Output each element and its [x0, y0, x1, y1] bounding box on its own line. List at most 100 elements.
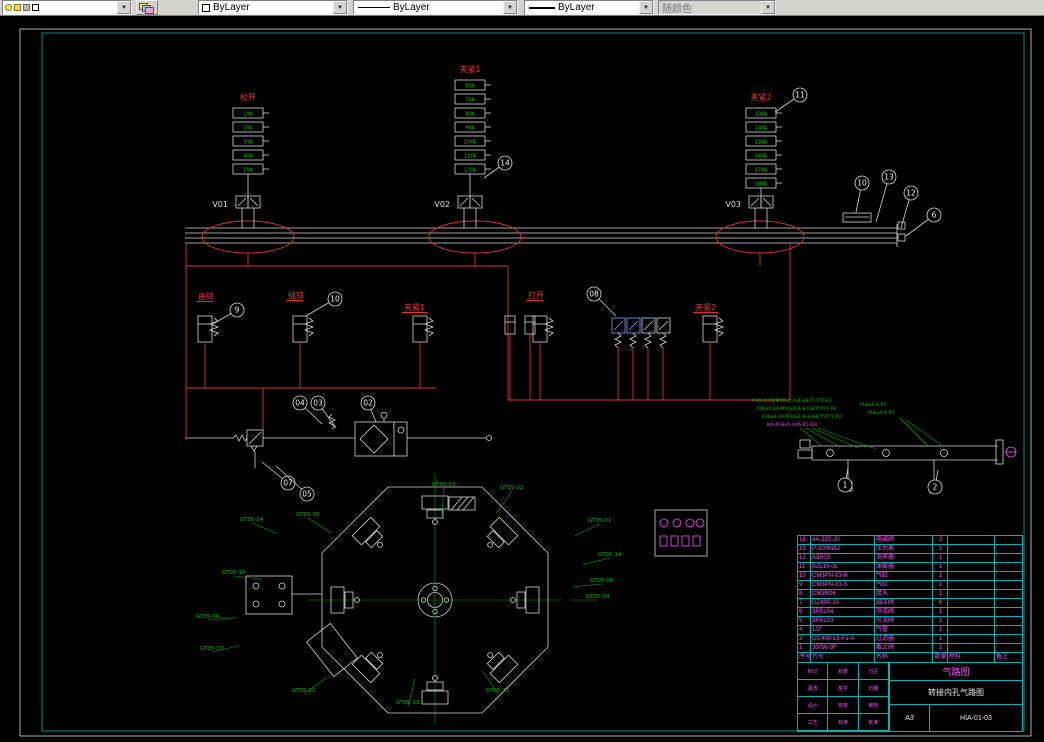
callout-balloon: 13 — [875, 169, 897, 223]
drawing-text: 7YA — [465, 98, 475, 104]
lineweight-preview — [529, 6, 555, 9]
layer-color-swatch — [32, 4, 39, 11]
chevron-down-icon[interactable]: ▼ — [117, 1, 131, 14]
lineweight-value: ByLayer — [558, 2, 595, 13]
color-combo[interactable]: ByLayer ▼ — [198, 0, 348, 15]
valve-symbol — [656, 317, 671, 400]
sheet-size: A3 — [890, 705, 930, 731]
drawing-number: HIA-01-03 — [960, 714, 992, 722]
cylinder-symbol — [524, 315, 536, 400]
layer-lock-icon — [23, 4, 30, 11]
chevron-down-icon[interactable]: ▼ — [503, 1, 517, 14]
lineweight-combo[interactable]: ByLayer ▼ — [524, 0, 654, 15]
title-cell: 批准 — [858, 714, 889, 731]
callout-balloon: 07 — [261, 461, 296, 491]
layer-freeze-icon — [14, 4, 21, 11]
drawing-text: GT05-01 — [588, 518, 611, 524]
callout-balloon: 08 — [586, 286, 617, 317]
drawing-text: V02 — [434, 200, 450, 209]
drawing-text: V01 — [212, 200, 228, 209]
drawing-text: 02 — [363, 399, 373, 408]
drawing-text: 10 — [857, 179, 867, 188]
callout-balloon: 2 — [927, 469, 943, 495]
table-header: 序号 代号 名称 数量 材料 备注 — [798, 653, 1022, 663]
table-row: 9 CM3PN-03-S 气缸 1 — [798, 581, 1022, 590]
callout-balloon: 03 — [310, 395, 337, 429]
plotstyle-value: 随颜色 — [662, 4, 692, 15]
drawing-text: 03 — [313, 399, 323, 408]
drawing-title: 气路图 — [890, 663, 1022, 681]
color-value: ByLayer — [213, 2, 250, 13]
drawing-text: GT05-07 — [200, 646, 224, 652]
title-cell: 标记 — [798, 663, 829, 680]
drawing-text: 10 — [330, 295, 340, 304]
cylinder-symbol — [532, 315, 555, 400]
drawing-text: 15YA — [755, 140, 768, 146]
title-cell: 日期 — [858, 680, 889, 697]
table-row: 7 GZ400-15 减压阀 6 — [798, 599, 1022, 608]
drawing-text: 12YA — [464, 168, 477, 174]
drawing-text: GT05-02 — [500, 485, 523, 491]
table-row: 1 300W-3F 截止阀 1 — [798, 644, 1022, 653]
valve-stack: 松开 1YA 2YA 3YA 4YA 5YA V01 — [212, 92, 269, 228]
drawing-text: 16YA — [755, 154, 768, 160]
drawing-text: 13YA — [755, 112, 768, 118]
table-row: 6 3PSL04 节流阀 1 — [798, 608, 1022, 617]
properties-toolbar: ▼ ByLayer ▼ ByLayer ▼ ByLayer ▼ 随颜色 ▼ — [0, 0, 1044, 16]
valve-stack: 夹紧1 6YA 7YA 8YA 9YA 10YA 11YA 12YA V02 — [434, 64, 491, 228]
drawing-text: 17YA — [755, 168, 768, 174]
callout-balloon: 1 — [837, 467, 853, 493]
drawing-text: 04 — [295, 399, 305, 408]
drawing-text: PU8x5-2A(M10x1)A-8-GB/T5777-R1 — [757, 406, 837, 412]
drawing-text: 2YA — [243, 126, 253, 132]
table-row: 4 1/2" 气管 1 — [798, 626, 1022, 635]
callout-balloon: 10 — [854, 175, 870, 213]
drawing-text: GT05-10 — [222, 570, 246, 576]
title-cell: 校核 — [828, 697, 859, 714]
machine-station — [486, 651, 519, 684]
drawing-text: V03 — [725, 200, 741, 209]
drawing-text: GT05-12 — [292, 688, 315, 694]
valve-symbol — [611, 317, 626, 400]
drawing-text: 9YA — [465, 126, 475, 132]
callout-balloon: 9 — [212, 302, 245, 325]
table-row: 12 A3P03 消声器 1 — [798, 554, 1022, 563]
bom-rows: 16 4A-320-J0 电磁阀 3 13 P-200MA2 压力表 1 12 A3P03 消声器 1… — [798, 536, 1022, 653]
table-row: 13 P-200MA2 压力表 1 — [798, 545, 1022, 554]
title-cell: 分区 — [858, 663, 889, 680]
layer-combo[interactable]: ▼ — [2, 0, 132, 15]
chevron-down-icon[interactable]: ▼ — [333, 1, 347, 14]
title-cell: 处数 — [828, 663, 859, 680]
drawing-text: GT05-08 — [590, 578, 614, 584]
chevron-down-icon[interactable]: ▼ — [639, 1, 653, 14]
drawing-text: 6 — [932, 211, 937, 220]
model-space[interactable]: 松开 1YA 2YA 3YA 4YA 5YA V01 夹紧1 6YA 7YA 8YA 9YA 10YA 1… — [0, 16, 1044, 742]
drawing-text: 5YA — [243, 168, 253, 174]
table-row: 3 GC400-15-F1-A 过滤器 1 — [798, 635, 1022, 644]
layer-on-icon — [5, 4, 12, 11]
drawing-text: 10YA — [464, 140, 477, 146]
air-prep-unit — [186, 411, 492, 468]
drawing-text: 18YA — [755, 182, 768, 188]
drawing-text: 夹紧2 — [750, 92, 771, 102]
machine-station — [351, 651, 384, 684]
drawing-text: PU8x5-2A(M10x1)A-8-GB/T5777-R2 — [752, 398, 832, 404]
table-row: 10 CM3PN-03-R 气缸 1 — [798, 572, 1022, 581]
title-cell: 签字 — [828, 680, 859, 697]
drawing-text: 夹紧1 — [459, 64, 480, 74]
callout-balloon: 10 — [305, 291, 343, 317]
drawing-text: 2 — [933, 483, 938, 492]
layers-dialog-button[interactable] — [136, 0, 158, 15]
drawing-text: 11 — [795, 91, 805, 100]
drawing-text: 11YA — [464, 154, 477, 160]
drawing-text: PU6x4-2A(M10x1)A-8-GB/T5777-R2 — [762, 414, 842, 420]
bom-table: 16 4A-320-J0 电磁阀 3 13 P-200MA2 压力表 1 12 A3P03 消声器 1… — [797, 535, 1023, 732]
drawing-text: 夹紧1 — [404, 302, 425, 312]
linetype-combo[interactable]: ByLayer ▼ — [353, 0, 518, 15]
title-cell: 更改 — [798, 680, 829, 697]
title-cell: 审核 — [858, 697, 889, 714]
drawing-text: 14YA — [755, 126, 768, 132]
cylinder-symbol — [292, 315, 315, 388]
project-name: 转接内孔气路图 — [890, 681, 1022, 705]
machine-station — [486, 516, 519, 549]
